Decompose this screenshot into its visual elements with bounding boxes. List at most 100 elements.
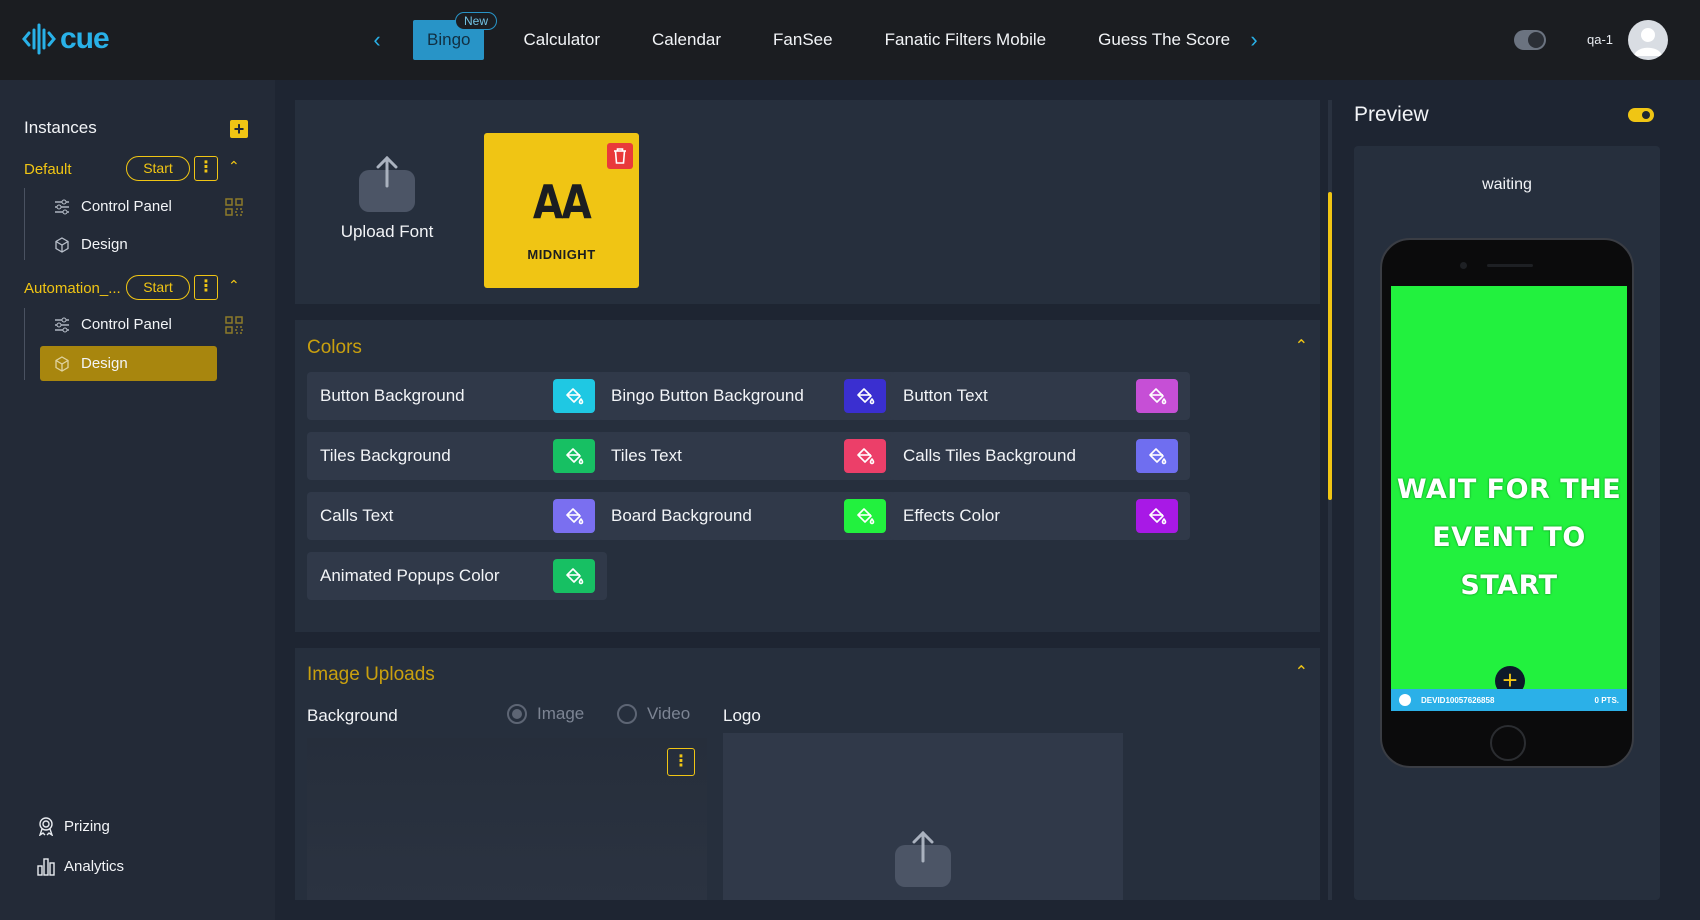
tab-label: Bingo [427,30,471,49]
color-swatch-button[interactable] [844,379,886,413]
color-swatch-button[interactable] [1136,499,1178,533]
info-icon [1399,694,1411,706]
color-option[interactable]: Bingo Button Background [598,372,898,420]
avatar[interactable] [1628,20,1668,60]
radio-label: Video [647,704,691,723]
radio-image[interactable]: Image [507,704,584,724]
upload-icon [359,155,415,212]
background-upload-area[interactable] [307,738,707,900]
device-id: DEVID10057626858 [1421,695,1495,705]
color-option[interactable]: Calls Tiles Background [890,432,1190,480]
color-swatch-button[interactable] [553,559,595,593]
delete-font-button[interactable] [607,143,633,169]
trash-icon [614,148,626,164]
image-uploads-section-title: Image Uploads [307,664,435,685]
start-button[interactable]: Start [126,275,190,300]
tab-calendar[interactable]: Calendar [652,30,721,50]
color-option[interactable]: Button Background [307,372,607,420]
phone-screen: Wait for the event to start + DEVID10057… [1391,286,1627,711]
user-name: qa-1 [1587,32,1614,47]
sidebar-item-control-panel[interactable]: Control Panel [40,189,217,224]
qr-code-icon[interactable] [224,315,244,335]
cue-logo-icon [22,23,56,55]
color-option[interactable]: Animated Popups Color [307,552,607,600]
instance-name[interactable]: Default [24,161,122,178]
sidebar-item-label: Control Panel [81,316,172,333]
instance-name[interactable]: Automation_... [24,280,122,297]
color-option[interactable]: Button Text [890,372,1190,420]
add-instance-button[interactable]: + [230,120,248,138]
instance-menu-icon[interactable]: ⋮ [194,275,218,300]
sidebar-link-prizing[interactable]: Prizing [36,816,110,837]
preview-title: Preview [1354,103,1429,126]
paint-bucket-icon [566,568,584,585]
preview-toggle[interactable] [1628,108,1654,122]
color-option[interactable]: Effects Color [890,492,1190,540]
tab-guess-the-score[interactable]: Guess The Score [1098,30,1230,50]
paint-bucket-icon [1149,508,1167,525]
paint-bucket-icon [566,508,584,525]
colors-section-title: Colors [307,337,362,358]
speaker-slot [1487,264,1533,267]
theme-toggle[interactable] [1514,30,1546,50]
sidebar-item-design[interactable]: Design [40,227,217,262]
sidebar-link-label: Analytics [64,857,125,875]
color-swatch-button[interactable] [844,499,886,533]
font-card[interactable]: AA MIDNIGHT [484,133,639,288]
radio-dot [507,704,527,724]
color-swatch-button[interactable] [553,439,595,473]
collapse-chevron-up-icon[interactable]: ⌃ [228,277,240,294]
screen-message-line1: Wait for the [1396,474,1622,505]
sidebar-item-design[interactable]: Design [40,346,217,381]
upload-font-button[interactable]: Upload Font [337,155,437,242]
sidebar-item-label: Control Panel [81,198,172,215]
screen-message: Wait for the event to start [1391,466,1627,610]
color-option[interactable]: Tiles Background [307,432,607,480]
logo-label: Logo [723,706,761,725]
radio-video[interactable]: Video [617,704,690,724]
screen-message-line2: event to start [1432,522,1586,601]
tree-line [24,188,25,260]
color-option-label: Calls Text [320,506,394,525]
color-option[interactable]: Calls Text [307,492,607,540]
colors-panel: Colors ⌃ Button Background Bingo Button B… [295,320,1320,632]
sidebar-item-label: Design [81,236,128,253]
color-option[interactable]: Tiles Text [598,432,898,480]
app-logo[interactable]: cue [22,20,110,58]
color-option-label: Button Text [903,386,988,405]
color-swatch-button[interactable] [1136,439,1178,473]
cube-icon [53,236,71,254]
sidebar-link-label: Prizing [64,817,110,835]
color-swatch-button[interactable] [844,439,886,473]
color-swatch-button[interactable] [553,499,595,533]
tab-bingo[interactable]: Bingo New [413,12,498,60]
sidebar-item-control-panel[interactable]: Control Panel [40,307,217,342]
preview-panel: waiting Wait for the event to start + DE… [1354,146,1660,900]
logo-upload-area[interactable] [723,733,1123,900]
color-option-label: Bingo Button Background [611,386,804,405]
color-option-label: Animated Popups Color [320,566,500,585]
tab-calculator[interactable]: Calculator [523,30,600,50]
tabs-prev-arrow-icon[interactable]: ‹ [367,28,387,52]
color-swatch-button[interactable] [1136,379,1178,413]
collapse-chevron-up-icon[interactable]: ⌃ [228,158,240,175]
color-swatch-button[interactable] [553,379,595,413]
app-tabs: Bingo New Calculator Calendar FanSee Fan… [413,12,1250,60]
sliders-icon [53,316,71,334]
sidebar-link-analytics[interactable]: Analytics [36,856,124,876]
instance-row-default: Default Start ⋮ ⌃ [24,156,254,182]
tab-fanatic-filters-mobile[interactable]: Fanatic Filters Mobile [885,30,1047,50]
tabs-next-arrow-icon[interactable]: › [1244,28,1264,52]
start-button[interactable]: Start [126,156,190,181]
logo-text: cue [60,22,110,55]
collapse-chevron-up-icon[interactable]: ⌃ [1295,662,1308,682]
collapse-chevron-up-icon[interactable]: ⌃ [1295,336,1308,356]
tab-fansee[interactable]: FanSee [773,30,833,50]
award-icon [36,816,56,837]
qr-code-icon[interactable] [224,197,244,217]
background-menu-icon[interactable]: ⋮ [667,748,695,776]
instance-row-automation: Automation_... Start ⋮ ⌃ [24,275,254,301]
color-option[interactable]: Board Background [598,492,898,540]
instance-menu-icon[interactable]: ⋮ [194,156,218,181]
font-preview: AA [532,175,592,229]
